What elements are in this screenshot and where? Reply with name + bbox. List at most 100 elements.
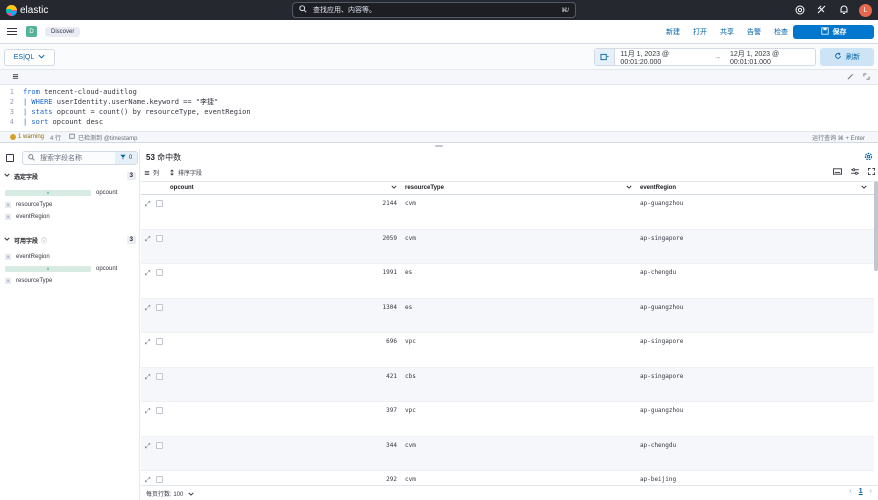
selected-field-opcount[interactable]: # opcount xyxy=(5,187,117,198)
next-page-icon[interactable]: › xyxy=(870,488,872,495)
language-label: ES|QL xyxy=(13,54,35,61)
selected-field-resourcetype[interactable]: t resourceType xyxy=(5,199,52,210)
notifications-icon[interactable] xyxy=(837,3,851,17)
alerts-link[interactable]: 告警 xyxy=(747,27,761,37)
column-header-resourcetype[interactable]: resourceType xyxy=(405,185,444,191)
keyboard-icon[interactable] xyxy=(833,168,842,177)
previous-page-icon[interactable]: ‹ xyxy=(849,488,851,495)
table-row[interactable]: ⤢ 344 cvm ap-chengdu xyxy=(141,436,874,471)
keyword-type-icon: t xyxy=(5,201,11,208)
expand-row-icon[interactable]: ⤢ xyxy=(145,407,151,416)
field-search-placeholder: 搜索字段名称 xyxy=(40,155,82,162)
page-number[interactable]: 1 xyxy=(859,488,863,495)
expand-row-icon[interactable]: ⤢ xyxy=(145,200,151,209)
table-row[interactable]: ⤢ 421 cbs ap-singapore xyxy=(141,367,874,402)
run-query-hint[interactable]: 运行查询 ⌘ + Enter xyxy=(812,133,865,142)
chevron-down-icon xyxy=(4,237,10,243)
menu-toggle-icon[interactable] xyxy=(7,27,17,36)
elastic-logo[interactable]: elastic xyxy=(6,4,48,16)
field-search-input[interactable]: 搜索字段名称 0 xyxy=(22,151,138,165)
expand-row-icon[interactable]: ⤢ xyxy=(145,269,151,278)
date-end[interactable]: 12月 1, 2023 @ 00:01:01.000 xyxy=(730,49,815,66)
app-nav-bar: D Discover 新建 打开 共享 告警 检查 保存 xyxy=(0,20,878,44)
row-checkbox[interactable] xyxy=(156,338,163,345)
row-checkbox[interactable] xyxy=(156,476,163,483)
editor-menu-icon[interactable] xyxy=(12,73,19,82)
available-field-eventregion[interactable]: t eventRegion xyxy=(5,251,50,262)
chevron-down-icon xyxy=(38,54,45,61)
line-count: 4 行 xyxy=(50,135,62,142)
esql-editor[interactable]: 1 from tencent-cloud-auditlog 2 | WHERE … xyxy=(0,85,878,131)
table-row[interactable]: ⤢ 1991 es ap-chengdu xyxy=(141,264,874,299)
row-checkbox[interactable] xyxy=(156,441,163,449)
breadcrumb[interactable]: Discover xyxy=(45,26,81,37)
columns-button[interactable]: 列 xyxy=(144,168,159,177)
available-field-resourcetype[interactable]: t resourceType xyxy=(5,275,52,286)
table-row[interactable]: ⤢ 696 vpc ap-singapore xyxy=(141,333,874,368)
gear-icon[interactable] xyxy=(864,152,873,163)
share-link[interactable]: 共享 xyxy=(720,27,734,37)
selected-fields-section[interactable]: 选定字段 3 xyxy=(4,170,136,182)
grid-footer: 每页行数: 100 ‹ 1 › xyxy=(141,485,878,500)
fullscreen-icon[interactable] xyxy=(868,168,875,177)
chevron-down-icon[interactable] xyxy=(861,185,867,189)
table-row[interactable]: ⤢ 397 vpc ap-guangzhou xyxy=(141,402,874,437)
global-search-input[interactable]: 查找应用、内容等。 ⌘/ xyxy=(292,2,576,18)
expand-editor-icon[interactable] xyxy=(863,73,870,82)
available-fields-section[interactable]: 可用字段 ⓘ 3 xyxy=(4,234,136,246)
editor-toolbar xyxy=(0,70,878,85)
chevron-down-icon[interactable] xyxy=(391,185,397,189)
open-link[interactable]: 打开 xyxy=(693,27,707,37)
sort-icon xyxy=(169,169,175,176)
row-checkbox[interactable] xyxy=(156,372,163,380)
save-button[interactable]: 保存 xyxy=(793,25,874,39)
new-link[interactable]: 新建 xyxy=(666,27,680,37)
table-row[interactable]: ⤢ 292 cvm ap-beijing xyxy=(141,471,874,485)
calendar-icon[interactable] xyxy=(595,49,616,65)
sort-fields-button[interactable]: 排序字段 xyxy=(169,168,202,177)
warning-text[interactable]: 1 warning xyxy=(18,134,44,140)
editor-resize-handle[interactable] xyxy=(435,145,443,147)
rows-per-page-selector[interactable]: 每页行数: 100 xyxy=(146,489,194,498)
magic-wand-icon[interactable] xyxy=(847,73,854,82)
table-row[interactable]: ⤢ 1304 es ap-guangzhou xyxy=(141,298,874,333)
available-field-opcount[interactable]: # opcount xyxy=(5,263,117,274)
chevron-down-icon[interactable] xyxy=(626,185,632,189)
row-checkbox[interactable] xyxy=(156,303,163,311)
display-settings-icon[interactable] xyxy=(851,168,859,177)
column-header-eventregion[interactable]: eventRegion xyxy=(640,185,676,191)
column-header-opcount[interactable]: opcount xyxy=(170,185,194,191)
info-icon[interactable]: ⓘ xyxy=(41,236,47,245)
search-placeholder: 查找应用、内容等。 xyxy=(313,7,376,14)
language-selector[interactable]: ES|QL xyxy=(4,49,55,66)
keyword-type-icon: t xyxy=(5,213,11,220)
table-row[interactable]: ⤢ 2059 cvm ap-singapore xyxy=(141,229,874,264)
collapse-sidebar-icon[interactable] xyxy=(6,154,14,162)
selected-field-eventregion[interactable]: t eventRegion xyxy=(5,211,50,222)
user-avatar[interactable]: L xyxy=(859,3,872,17)
editor-line: 3 | stats opcount = count() by resourceT… xyxy=(9,108,251,116)
expand-row-icon[interactable]: ⤢ xyxy=(145,373,151,382)
filter-icon xyxy=(120,154,126,162)
grid-scrollbar[interactable] xyxy=(874,181,878,271)
expand-row-icon[interactable]: ⤢ xyxy=(145,304,151,313)
table-row[interactable]: ⤢ 2144 cvm ap-guangzhou xyxy=(141,195,874,230)
newsfeed-icon[interactable] xyxy=(815,3,829,17)
row-checkbox[interactable] xyxy=(156,407,163,414)
row-checkbox[interactable] xyxy=(156,234,163,242)
date-range-picker[interactable]: 11月 1, 2023 @ 00:01:20.000 → 12月 1, 2023… xyxy=(594,48,816,66)
date-start[interactable]: 11月 1, 2023 @ 00:01:20.000 xyxy=(620,49,705,66)
selected-fields-count: 3 xyxy=(126,172,136,180)
row-checkbox[interactable] xyxy=(156,269,163,276)
inspect-link[interactable]: 检查 xyxy=(774,27,788,37)
help-icon[interactable] xyxy=(793,3,807,17)
expand-row-icon[interactable]: ⤢ xyxy=(145,442,151,451)
field-filter-button[interactable]: 0 xyxy=(115,152,137,164)
number-type-icon: # xyxy=(5,265,91,272)
row-checkbox[interactable] xyxy=(156,200,163,207)
calendar-small-icon xyxy=(69,133,75,141)
expand-row-icon[interactable]: ⤢ xyxy=(145,235,151,244)
expand-row-icon[interactable]: ⤢ xyxy=(145,338,151,347)
refresh-button[interactable]: 刷新 xyxy=(820,48,874,66)
expand-row-icon[interactable]: ⤢ xyxy=(145,476,151,485)
